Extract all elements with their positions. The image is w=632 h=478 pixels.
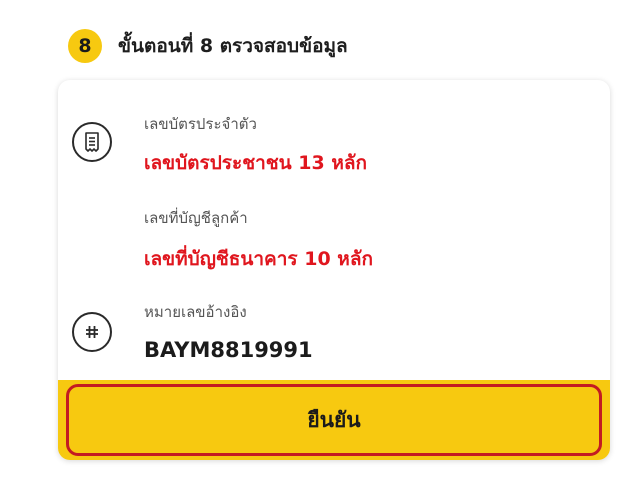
hash-icon <box>72 312 112 352</box>
account-number-value: เลขที่บัญชีธนาคาร 10 หลัก <box>144 248 373 270</box>
id-card-label: เลขบัตรประจำตัว <box>144 115 257 133</box>
review-card: เลขบัตรประจำตัว เลขบัตรประชาชน 13 หลัก เ… <box>58 80 610 460</box>
receipt-icon <box>72 122 112 162</box>
hash-icon-glyph <box>86 326 98 338</box>
receipt-icon-glyph <box>85 132 99 152</box>
reference-number-value: BAYM8819991 <box>144 338 313 362</box>
confirm-button-label: ยืนยัน <box>307 407 361 432</box>
reference-number-label: หมายเลขอ้างอิง <box>144 303 247 321</box>
step-header: 8 ขั้นตอนที่ 8 ตรวจสอบข้อมูล <box>68 29 348 63</box>
step-number-badge: 8 <box>68 29 102 63</box>
id-card-value: เลขบัตรประชาชน 13 หลัก <box>144 152 367 174</box>
account-number-label: เลขที่บัญชีลูกค้า <box>144 209 248 227</box>
confirm-button[interactable]: ยืนยัน <box>66 384 602 456</box>
step-title: ขั้นตอนที่ 8 ตรวจสอบข้อมูล <box>118 35 348 57</box>
